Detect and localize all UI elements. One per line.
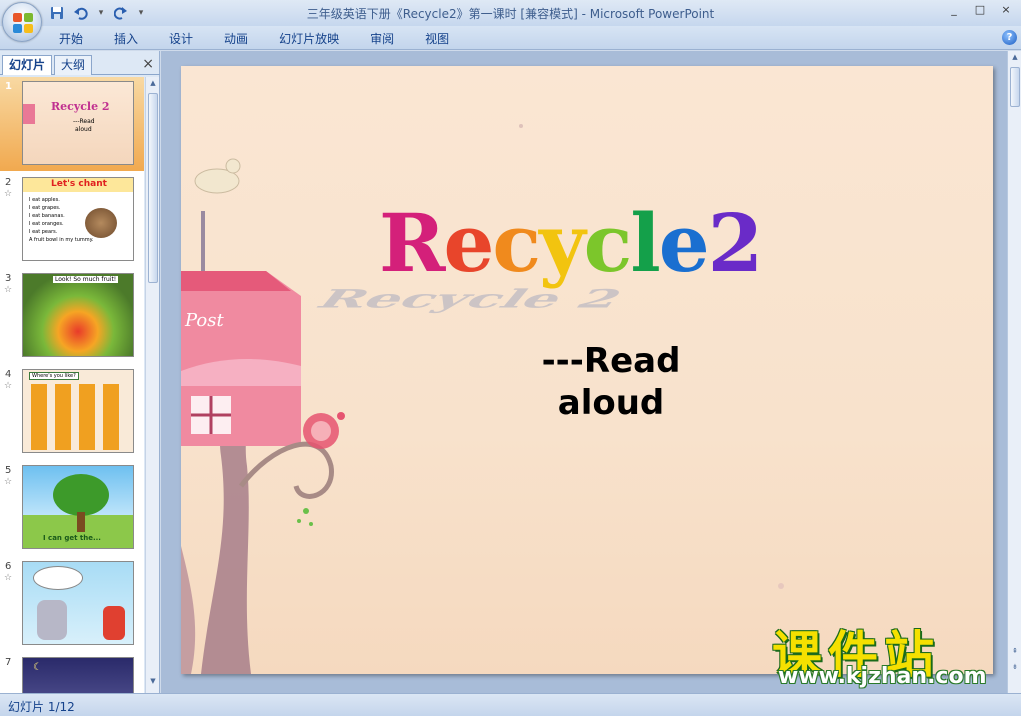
close-icon[interactable]: × xyxy=(142,56,154,72)
boy-image xyxy=(103,606,125,640)
monkey-image xyxy=(85,208,117,238)
next-slide-icon[interactable]: ⇟ xyxy=(1010,663,1020,675)
slide-number: 2 xyxy=(5,177,12,188)
slides-panel: 幻灯片 大纲 × 1 Recycle 2 ---Read aloud 2 ☆ L… xyxy=(0,51,160,693)
help-icon[interactable]: ? xyxy=(1002,30,1017,45)
scroll-up-icon[interactable]: ▲ xyxy=(1010,53,1020,65)
tab-home[interactable]: 开始 xyxy=(48,30,94,48)
title-letter: R xyxy=(379,196,445,290)
mailbox-mini xyxy=(23,104,35,124)
slide-preview: Let's chant I eat apples. I eat grapes. … xyxy=(22,177,134,261)
office-logo-icon xyxy=(13,13,33,33)
animation-star-icon: ☆ xyxy=(4,381,13,391)
status-bar: 幻灯片 1/12 xyxy=(0,693,1021,716)
title-letter: c xyxy=(583,196,633,290)
watermark-url: www.kjzhan.com xyxy=(778,664,987,689)
tab-animations[interactable]: 动画 xyxy=(213,30,259,48)
scrollbar-thumb[interactable] xyxy=(1010,67,1020,107)
slide-thumbnail-3[interactable]: 3 ☆ Look! So much fruit! xyxy=(0,269,144,363)
minimize-button[interactable]: _ xyxy=(943,2,965,18)
thumb-title: Recycle 2 xyxy=(51,100,110,113)
slide-preview: ☾ xyxy=(22,657,134,693)
current-slide[interactable]: Post Recycle 2 Recycle 2 ---Read aloud xyxy=(181,66,993,674)
slide-preview: I can get the... xyxy=(22,465,134,549)
elephant-image xyxy=(37,600,67,640)
slide-number: 1 xyxy=(5,81,12,92)
animation-star-icon: ☆ xyxy=(4,285,13,295)
scroll-down-icon[interactable]: ▼ xyxy=(148,677,158,689)
animation-star-icon: ☆ xyxy=(4,189,13,199)
slide-title[interactable]: Recycle 2 xyxy=(379,196,764,290)
slide-editor: Post Recycle 2 Recycle 2 ---Read aloud xyxy=(161,51,1007,693)
scroll-up-icon[interactable]: ▲ xyxy=(148,79,158,91)
animation-star-icon: ☆ xyxy=(4,477,13,487)
maximize-button[interactable]: □ xyxy=(969,2,991,18)
speech-bubble xyxy=(33,566,83,590)
tab-outline[interactable]: 大纲 xyxy=(54,55,93,75)
subtitle-line: ---Read xyxy=(541,341,681,381)
title-letter: y xyxy=(539,196,586,290)
tree-image xyxy=(53,474,109,516)
moon-icon: ☾ xyxy=(33,662,42,673)
scrollbar-thumb[interactable] xyxy=(148,93,158,283)
slide-preview: Where's you like? xyxy=(22,369,134,453)
tab-view[interactable]: 视图 xyxy=(414,30,460,48)
tab-slides[interactable]: 幻灯片 xyxy=(2,55,53,75)
fruit-grid-image xyxy=(31,384,127,450)
animation-star-icon: ☆ xyxy=(4,573,13,583)
thumb-text: I eat apples. I eat grapes. I eat banana… xyxy=(29,197,94,243)
panel-tabs: 幻灯片 大纲 × xyxy=(0,53,160,75)
subtitle-line: aloud xyxy=(557,383,665,423)
thumb-text: I can get the... xyxy=(43,534,101,542)
ribbon-tabs: 开始 插入 设计 动画 幻灯片放映 审阅 视图 xyxy=(48,30,469,48)
slide-number: 6 xyxy=(5,561,12,572)
title-bar: ▾ ▾ 三年级英语下册《Recycle2》第一课时 [兼容模式] - Micro… xyxy=(0,0,1021,42)
thumb-text: Where's you like? xyxy=(29,372,79,380)
office-button[interactable] xyxy=(2,2,42,42)
title-letter: c xyxy=(492,196,541,290)
thumb-text: Look! So much fruit! xyxy=(53,276,119,283)
window-title: 三年级英语下册《Recycle2》第一课时 [兼容模式] - Microsoft… xyxy=(306,7,715,21)
tab-slideshow[interactable]: 幻灯片放映 xyxy=(268,30,350,48)
mailbox-label: Post xyxy=(185,310,224,331)
tab-insert[interactable]: 插入 xyxy=(103,30,149,48)
tab-review[interactable]: 审阅 xyxy=(359,30,405,48)
slide-scrollbar[interactable]: ▲ ⇞ ⇟ xyxy=(1007,51,1021,693)
slide-number: 4 xyxy=(5,369,12,380)
title-letter: 2 xyxy=(707,196,764,290)
slide-indicator: 幻灯片 1/12 xyxy=(8,700,75,714)
thumb-text: aloud xyxy=(75,126,92,133)
slide-thumbnail-list: 1 Recycle 2 ---Read aloud 2 ☆ Let's chan… xyxy=(0,77,144,693)
ribbon: 开始 插入 设计 动画 幻灯片放映 审阅 视图 ? xyxy=(0,26,1021,50)
slide-number: 7 xyxy=(5,657,12,668)
close-button[interactable]: × xyxy=(995,2,1017,18)
slide-thumbnail-1[interactable]: 1 Recycle 2 ---Read aloud xyxy=(0,77,144,171)
title-letter: l xyxy=(630,196,660,290)
slide-preview xyxy=(22,561,134,645)
previous-slide-icon[interactable]: ⇞ xyxy=(1010,647,1020,659)
slide-thumbnail-7[interactable]: 7 ☾ xyxy=(0,653,144,693)
thumb-text: ---Read xyxy=(73,118,95,125)
slide-thumbnail-6[interactable]: 6 ☆ xyxy=(0,557,144,651)
slide-thumbnail-5[interactable]: 5 ☆ I can get the... xyxy=(0,461,144,555)
thumb-title: Let's chant xyxy=(51,179,107,189)
slide-thumbnail-4[interactable]: 4 ☆ Where's you like? xyxy=(0,365,144,459)
window-controls: _ □ × xyxy=(943,2,1017,18)
slide-preview: Look! So much fruit! xyxy=(22,273,134,357)
slide-number: 3 xyxy=(5,273,12,284)
tab-design[interactable]: 设计 xyxy=(158,30,204,48)
slide-preview: Recycle 2 ---Read aloud xyxy=(22,81,134,165)
title-letter: e xyxy=(658,196,710,290)
thumbnail-scrollbar[interactable]: ▲ ▼ xyxy=(145,77,159,693)
slide-thumbnail-2[interactable]: 2 ☆ Let's chant I eat apples. I eat grap… xyxy=(0,173,144,267)
slide-number: 5 xyxy=(5,465,12,476)
slide-subtitle[interactable]: ---Read aloud xyxy=(521,340,701,424)
title-letter: e xyxy=(443,196,494,290)
